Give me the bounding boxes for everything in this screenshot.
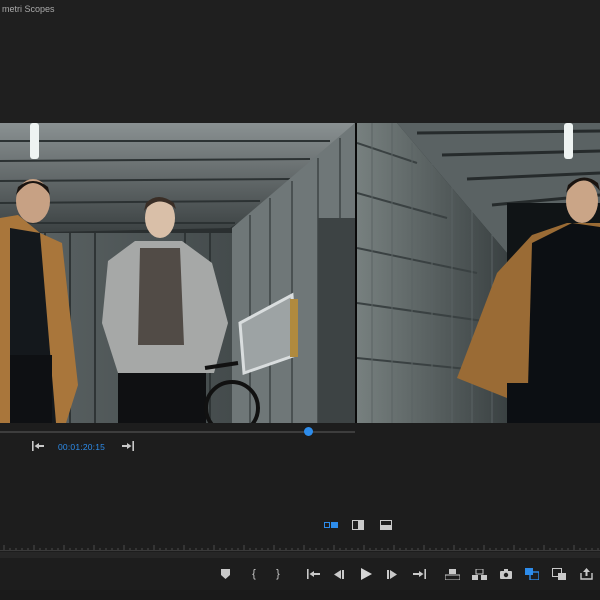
add-marker-icon[interactable]: [219, 568, 231, 580]
go-to-out-icon[interactable]: [412, 568, 426, 580]
go-to-in-icon[interactable]: [306, 568, 320, 580]
reference-frame: [0, 123, 355, 423]
ruler-baseline: [0, 550, 600, 551]
scopes-panel-area: [0, 18, 600, 123]
step-back-icon[interactable]: [333, 568, 345, 580]
button-editor-icon[interactable]: [578, 567, 594, 581]
horizontal-split-view-icon[interactable]: [379, 519, 393, 531]
reference-frame-image: [0, 123, 355, 423]
comparison-view-icon[interactable]: [524, 567, 540, 581]
panel-title: metri Scopes: [2, 4, 55, 14]
program-monitor-viewer[interactable]: [0, 123, 600, 423]
transport-toolbar: { }: [0, 560, 600, 588]
play-icon[interactable]: [359, 567, 373, 581]
timeline-track: [0, 552, 600, 558]
lift-icon[interactable]: [444, 567, 460, 581]
go-to-in-point-icon[interactable]: [31, 440, 45, 452]
extract-icon[interactable]: [471, 567, 487, 581]
mark-in-icon[interactable]: {: [248, 567, 260, 581]
vertical-split-view-icon[interactable]: [351, 519, 365, 531]
playhead-handle[interactable]: [304, 427, 314, 436]
step-forward-icon[interactable]: [386, 568, 398, 580]
current-frame: [357, 123, 600, 423]
mark-out-icon[interactable]: }: [272, 567, 284, 581]
playhead-scrub-bar[interactable]: [0, 431, 355, 433]
reference-timecode[interactable]: 00:01:20:15: [58, 442, 105, 452]
side-by-side-view-icon[interactable]: [324, 519, 338, 531]
panel-tab[interactable]: metri Scopes: [0, 0, 600, 18]
bottom-panel-edge: [0, 590, 600, 600]
settings-view-icon[interactable]: [551, 567, 567, 581]
current-frame-image: [357, 123, 600, 423]
go-to-out-point-icon[interactable]: [121, 440, 135, 452]
camera-icon[interactable]: [499, 567, 513, 581]
